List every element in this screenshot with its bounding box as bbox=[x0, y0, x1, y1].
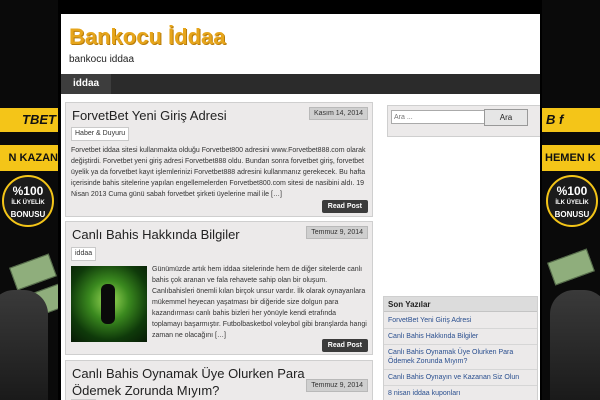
post-excerpt: Günümüzde artık hem iddaa sitelerinde he… bbox=[152, 266, 367, 339]
post-title[interactable]: Canlı Bahis Hakkında Bilgiler bbox=[72, 226, 312, 243]
read-post-button[interactable]: Read Post bbox=[321, 200, 368, 213]
post-card: Canlı Bahis Oynamak Üye Olurken Para Öde… bbox=[65, 360, 373, 400]
read-post-button[interactable]: Read Post bbox=[321, 339, 368, 352]
left-ad-banner[interactable]: TBET N KAZAN %100 İLK ÜYELİK BONUSU bbox=[0, 0, 58, 400]
player-figure bbox=[101, 284, 115, 324]
recent-post-link[interactable]: 8 nisan iddaa kuponları bbox=[384, 386, 537, 400]
nav-item-iddaa[interactable]: iddaa bbox=[61, 74, 112, 94]
ad-bonus-line2: BONUSU bbox=[554, 210, 590, 219]
cash-image bbox=[9, 253, 57, 291]
post-category[interactable]: iddaa bbox=[71, 247, 97, 261]
cash-image bbox=[547, 248, 595, 286]
post-date: Kasım 14, 2014 bbox=[308, 107, 368, 120]
main-nav: iddaa bbox=[61, 74, 540, 94]
recent-posts-widget: Son Yazılar ForvetBet Yeni Giriş Adresi … bbox=[383, 296, 538, 400]
ad-bonus-line1: İLK ÜYELİK bbox=[555, 200, 589, 206]
search-button[interactable]: Ara bbox=[484, 109, 528, 126]
player-image bbox=[550, 290, 600, 400]
recent-post-link[interactable]: Canlı Bahis Oynamak Üye Olurken Para Öde… bbox=[384, 345, 537, 370]
recent-post-link[interactable]: Canlı Bahis Hakkında Bilgiler bbox=[384, 329, 537, 345]
right-ad-banner[interactable]: B f HEMEN K %100 İLK ÜYELİK BONUSU bbox=[542, 0, 600, 400]
ad-bonus-badge: %100 İLK ÜYELİK BONUSU bbox=[546, 175, 598, 227]
ad-bonus-line2: BONUSU bbox=[10, 210, 46, 219]
ad-cta-text: HEMEN K bbox=[542, 145, 600, 171]
site-title[interactable]: Bankocu İddaa bbox=[69, 24, 225, 50]
recent-post-link[interactable]: ForvetBet Yeni Giriş Adresi bbox=[384, 313, 537, 329]
page-container: Bankocu İddaa bankocu iddaa iddaa Forvet… bbox=[61, 14, 540, 400]
post-thumbnail[interactable] bbox=[71, 266, 147, 342]
post-card: Canlı Bahis Hakkında Bilgiler Temmuz 9, … bbox=[65, 221, 373, 355]
post-card: ForvetBet Yeni Giriş Adresi Kasım 14, 20… bbox=[65, 102, 373, 217]
ad-bonus-badge: %100 İLK ÜYELİK BONUSU bbox=[2, 175, 54, 227]
search-input[interactable] bbox=[391, 110, 487, 124]
widget-title: Son Yazılar bbox=[384, 297, 537, 312]
post-date: Temmuz 9, 2014 bbox=[306, 379, 368, 392]
ad-bonus-pct: %100 bbox=[12, 184, 44, 198]
search-widget: Ara bbox=[387, 105, 540, 137]
recent-post-link[interactable]: Canlı Bahis Oynayın ve Kazanan Siz Olun bbox=[384, 370, 537, 386]
ad-brand-text: TBET bbox=[0, 108, 58, 132]
post-category[interactable]: Haber & Duyuru bbox=[71, 127, 130, 141]
post-title[interactable]: ForvetBet Yeni Giriş Adresi bbox=[72, 107, 312, 124]
player-image bbox=[0, 290, 48, 400]
ad-bonus-pct: %100 bbox=[556, 184, 588, 198]
post-date: Temmuz 9, 2014 bbox=[306, 226, 368, 239]
site-description: bankocu iddaa bbox=[69, 54, 135, 65]
ad-cta-text: N KAZAN bbox=[0, 145, 58, 171]
ad-bonus-line1: İLK ÜYELİK bbox=[11, 200, 45, 206]
post-title[interactable]: Canlı Bahis Oynamak Üye Olurken Para Öde… bbox=[72, 365, 312, 399]
recent-posts-list: ForvetBet Yeni Giriş Adresi Canlı Bahis … bbox=[384, 313, 537, 400]
ad-brand-text: B f bbox=[542, 108, 600, 132]
post-excerpt: Forvetbet iddaa sitesi kullanmakta olduğ… bbox=[71, 147, 366, 198]
